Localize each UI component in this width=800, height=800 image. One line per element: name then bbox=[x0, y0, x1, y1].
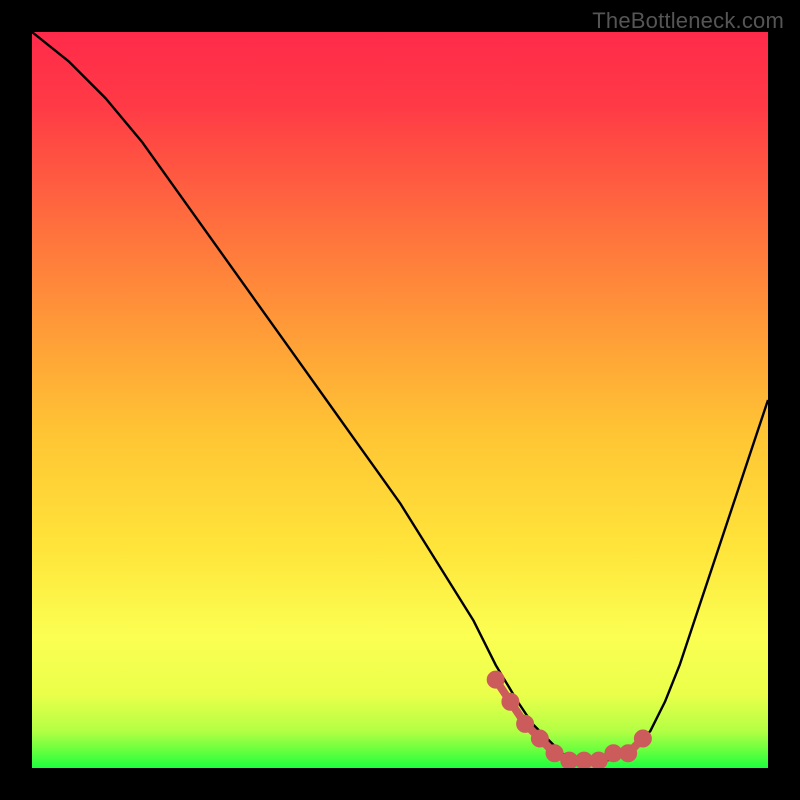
chart-svg bbox=[32, 32, 768, 768]
watermark-text: TheBottleneck.com bbox=[592, 8, 784, 34]
plot-area bbox=[32, 32, 768, 768]
chart-container: TheBottleneck.com bbox=[0, 0, 800, 800]
